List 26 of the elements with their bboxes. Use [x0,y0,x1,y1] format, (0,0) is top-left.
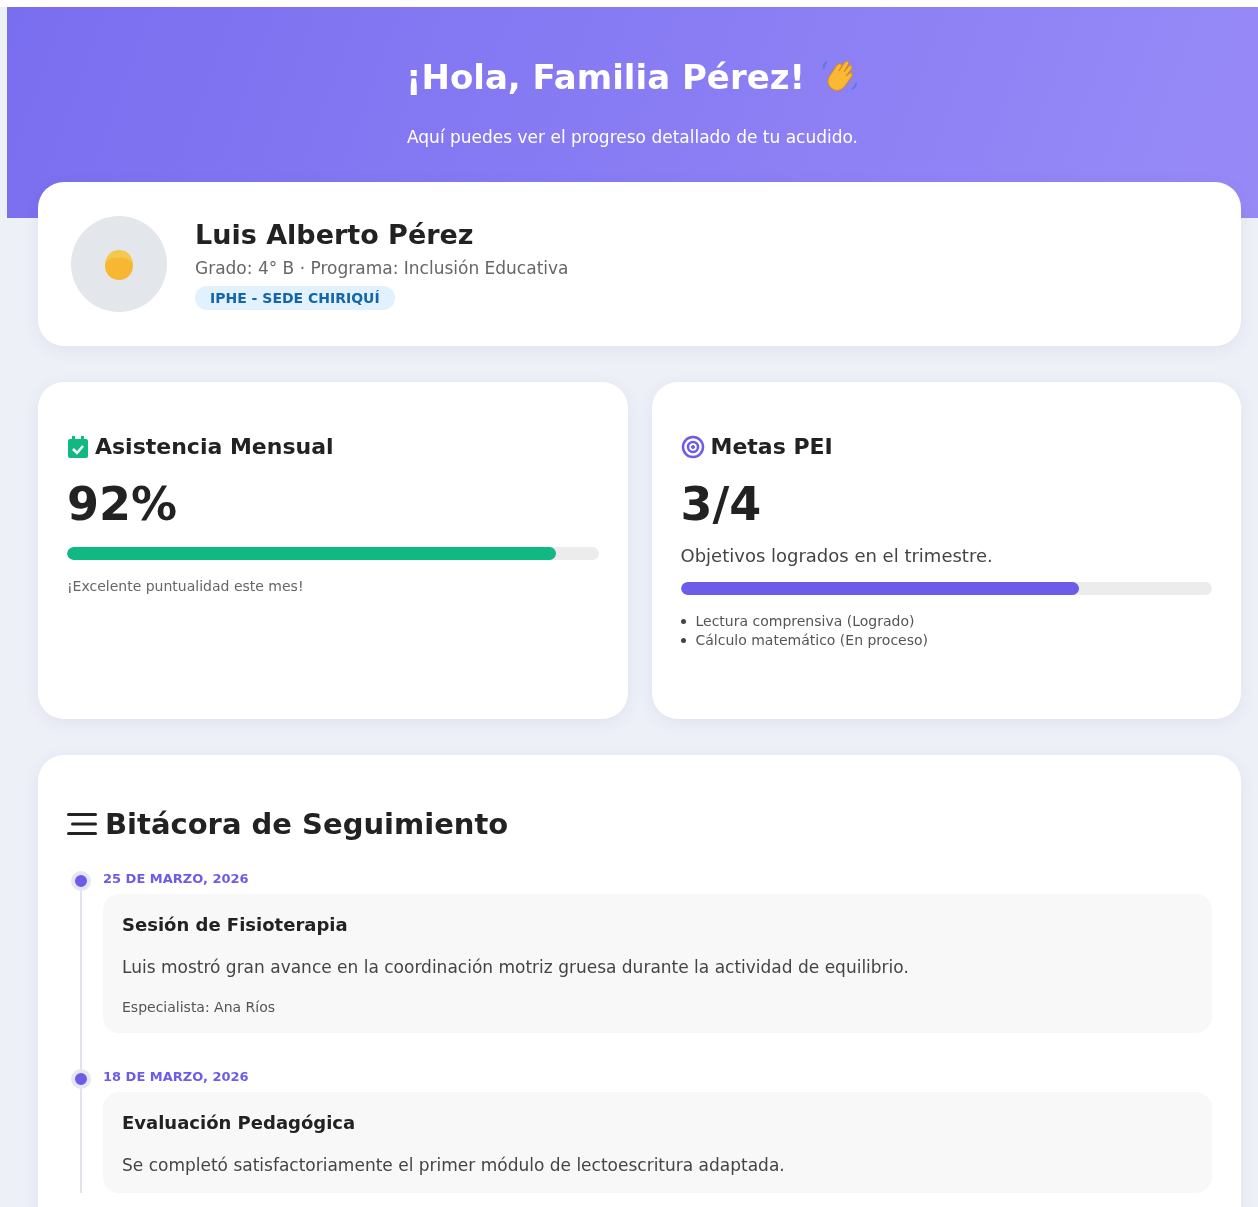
card-title: Asistencia Mensual [95,434,334,459]
card-title: Metas PEI [710,434,833,459]
entry-specialist: Especialista: Ana Ríos [122,999,277,1015]
student-details: Grado: 4° B · Programa: Inclusión Educativa [195,257,569,278]
list-icon [67,812,97,836]
student-name: Luis Alberto Pérez [195,218,475,250]
attendance-note: ¡Excelente puntualidad este mes! [67,578,305,594]
bullet-icon [680,618,686,624]
goals-value: 3/4 [680,477,763,531]
entry-text: Se completó satisfactoriamente el primer módulo de lectoescritura adaptada. [122,1155,786,1175]
entry-date: 18 DE MARZO, 2026 [103,1069,250,1084]
school-tag: IPHE - SEDE CHIRIQUÍ [195,285,395,310]
calendar-check-icon [67,434,89,459]
goal-item: Cálculo matemático (En proceso) [695,632,928,648]
entry-title: Evaluación Pedagógica [122,1112,357,1133]
goals-description: Objetivos logrados en el trimestre. [680,545,994,566]
attendance-value: 92% [67,477,179,531]
section-title: Bitácora de Seguimiento [105,807,509,841]
target-icon [680,434,705,459]
goal-item: Lectura comprensiva (Logrado) [695,613,915,629]
entry-text: Luis mostró gran avance en la coordinación motriz gruesa durante la actividad de equilibrio. [122,957,910,977]
entry-title: Sesión de Fisioterapia [122,914,349,935]
greeting-subtitle: Aquí puedes ver el progreso detallado de tu acudido. [406,127,859,147]
entry-date: 25 DE MARZO, 2026 [103,871,250,886]
greeting-title: ¡Hola, Familia Pérez! [405,57,806,97]
bullet-icon [680,637,686,643]
